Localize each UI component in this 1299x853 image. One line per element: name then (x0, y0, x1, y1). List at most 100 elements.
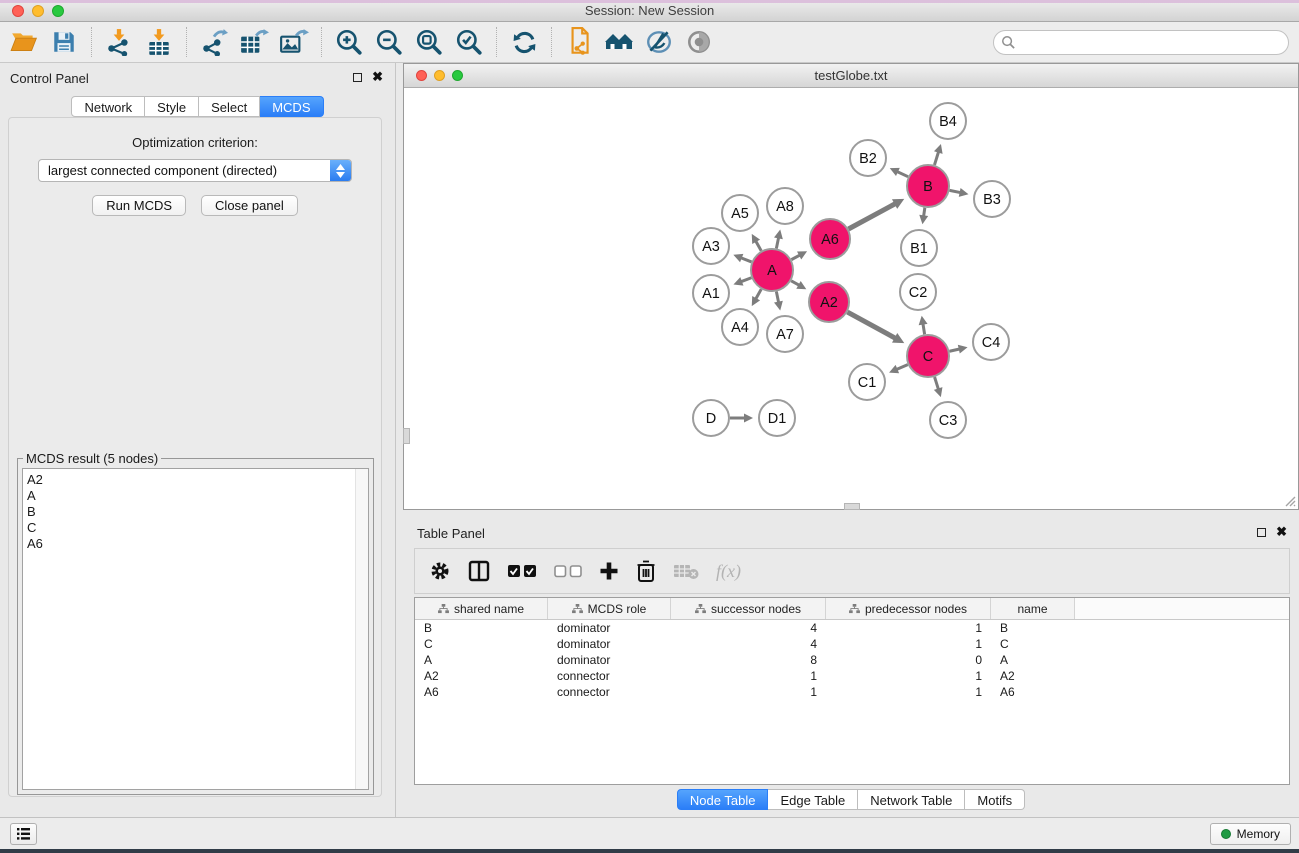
tab-style[interactable]: Style (145, 96, 199, 117)
column-header-name[interactable]: name (991, 598, 1075, 619)
search-field[interactable] (993, 30, 1289, 55)
export-network-icon[interactable] (194, 24, 234, 60)
graph-node-D1[interactable]: D1 (759, 400, 795, 436)
column-header-predecessor-nodes[interactable]: predecessor nodes (826, 598, 991, 619)
table-cell[interactable]: C (991, 636, 1075, 652)
panel-grab-handle[interactable] (403, 428, 410, 444)
tab-edge-table[interactable]: Edge Table (768, 789, 858, 810)
table-cell[interactable]: C (415, 636, 548, 652)
unselect-all-columns-icon[interactable] (554, 565, 582, 578)
zoom-out-icon[interactable] (369, 24, 409, 60)
minimize-window-button[interactable] (32, 5, 44, 17)
graph-edge-C-C3[interactable] (935, 377, 939, 390)
graph-node-A3[interactable]: A3 (693, 228, 729, 264)
graph-node-B3[interactable]: B3 (974, 181, 1010, 217)
tab-node-table[interactable]: Node Table (677, 789, 769, 810)
table-row[interactable]: Bdominator41B (415, 620, 1289, 636)
network-close-button[interactable] (416, 70, 427, 81)
table-row[interactable]: A6connector11A6 (415, 684, 1289, 700)
save-session-icon[interactable] (44, 24, 84, 60)
graph-node-A1[interactable]: A1 (693, 275, 729, 311)
close-panel-button[interactable]: Close panel (201, 195, 298, 216)
mcds-result-item[interactable]: B (27, 504, 368, 520)
table-cell[interactable]: 4 (671, 620, 826, 636)
column-header-successor-nodes[interactable]: successor nodes (671, 598, 826, 619)
graph-node-C4[interactable]: C4 (973, 324, 1009, 360)
table-row[interactable]: A2connector11A2 (415, 668, 1289, 684)
zoom-fit-icon[interactable] (409, 24, 449, 60)
tab-network-table[interactable]: Network Table (858, 789, 965, 810)
open-session-icon[interactable] (4, 24, 44, 60)
zoom-window-button[interactable] (52, 5, 64, 17)
select-all-columns-icon[interactable] (507, 564, 537, 578)
table-cell[interactable]: dominator (548, 620, 671, 636)
panel-grab-handle[interactable] (844, 503, 860, 510)
table-cell[interactable]: 1 (826, 620, 991, 636)
mcds-list-scrollbar[interactable] (355, 469, 368, 789)
close-window-button[interactable] (12, 5, 24, 17)
table-cell[interactable]: B (991, 620, 1075, 636)
graph-edge-A6-B[interactable] (848, 203, 896, 229)
run-mcds-button[interactable]: Run MCDS (92, 195, 186, 216)
network-minimize-button[interactable] (434, 70, 445, 81)
mcds-result-item[interactable]: A (27, 488, 368, 504)
show-panels-button[interactable] (10, 823, 37, 845)
table-cell[interactable]: connector (548, 684, 671, 700)
table-cell[interactable]: A2 (415, 668, 548, 684)
column-layout-icon[interactable] (468, 560, 490, 582)
graph-edge-B-B4[interactable] (934, 151, 938, 165)
column-header-MCDS-role[interactable]: MCDS role (548, 598, 671, 619)
genemania-home-icon[interactable] (599, 24, 639, 60)
zoom-selected-icon[interactable] (449, 24, 489, 60)
mcds-result-item[interactable]: C (27, 520, 368, 536)
delete-columns-icon[interactable] (636, 560, 656, 582)
function-builder-icon[interactable]: f(x) (716, 561, 741, 582)
show-graphics-details-icon[interactable] (679, 24, 719, 60)
table-cell[interactable]: dominator (548, 636, 671, 652)
criterion-dropdown[interactable]: largest connected component (directed) (38, 159, 352, 182)
table-cell[interactable]: A6 (415, 684, 548, 700)
table-row[interactable]: Adominator80A (415, 652, 1289, 668)
graph-node-C2[interactable]: C2 (900, 274, 936, 310)
import-network-icon[interactable] (99, 24, 139, 60)
zoom-in-icon[interactable] (329, 24, 369, 60)
graph-node-C3[interactable]: C3 (930, 402, 966, 438)
table-cell[interactable]: A (415, 652, 548, 668)
table-cell[interactable]: 0 (826, 652, 991, 668)
table-settings-icon[interactable] (429, 560, 451, 582)
graph-node-A8[interactable]: A8 (767, 188, 803, 224)
import-table-icon[interactable] (139, 24, 179, 60)
table-cell[interactable]: B (415, 620, 548, 636)
tab-motifs[interactable]: Motifs (965, 789, 1025, 810)
graph-node-A5[interactable]: A5 (722, 195, 758, 231)
network-zoom-button[interactable] (452, 70, 463, 81)
delete-table-icon[interactable] (673, 562, 699, 580)
tab-network[interactable]: Network (71, 96, 145, 117)
network-canvas[interactable]: AA1A2A3A4A5A6A7A8BB1B2B3B4CC1C2C3C4DD1 (404, 88, 1298, 509)
table-cell[interactable]: connector (548, 668, 671, 684)
search-input[interactable] (1016, 33, 1288, 53)
close-panel-icon[interactable]: ✖ (372, 72, 383, 82)
graph-node-B4[interactable]: B4 (930, 103, 966, 139)
mcds-result-item[interactable]: A2 (27, 472, 368, 488)
add-column-icon[interactable] (599, 561, 619, 581)
graph-node-C[interactable]: C (907, 335, 949, 377)
table-cell[interactable]: 8 (671, 652, 826, 668)
mcds-result-item[interactable]: A6 (27, 536, 368, 552)
column-header-shared-name[interactable]: shared name (415, 598, 548, 619)
float-panel-icon[interactable] (353, 73, 362, 82)
table-cell[interactable]: 1 (826, 636, 991, 652)
table-cell[interactable]: dominator (548, 652, 671, 668)
tab-mcds[interactable]: MCDS (260, 96, 323, 117)
graph-node-B[interactable]: B (907, 165, 949, 207)
table-cell[interactable]: A (991, 652, 1075, 668)
float-panel-icon[interactable] (1257, 528, 1266, 537)
close-panel-icon[interactable]: ✖ (1276, 527, 1287, 537)
export-table-icon[interactable] (234, 24, 274, 60)
refresh-layout-icon[interactable] (504, 24, 544, 60)
graph-node-A6[interactable]: A6 (810, 219, 850, 259)
cybrowser-icon[interactable] (559, 24, 599, 60)
graph-node-A[interactable]: A (751, 249, 793, 291)
hide-annotations-icon[interactable] (639, 24, 679, 60)
table-cell[interactable]: 1 (671, 684, 826, 700)
